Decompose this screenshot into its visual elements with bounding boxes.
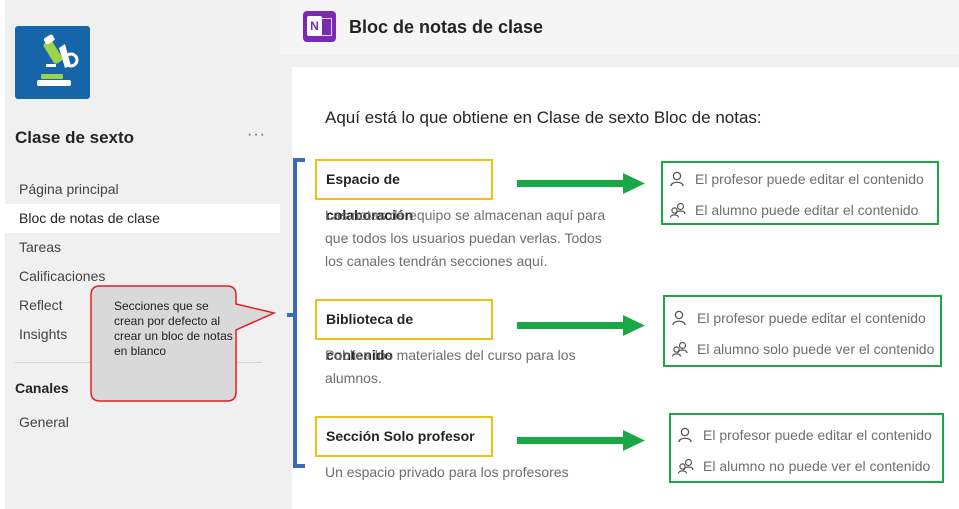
section-description-teacher-only: Un espacio privado para los profesores — [325, 464, 569, 480]
section-description-collaboration: Las notas de equipo se almacenan aquí pa… — [325, 207, 606, 269]
sidebar-divider — [15, 362, 262, 363]
section-label-collaboration: Espacio de colaboración — [315, 159, 493, 223]
team-avatar[interactable] — [15, 26, 90, 99]
nav-item-class-notebook[interactable]: Bloc de notas de clase — [5, 204, 280, 233]
content-left-strip — [280, 55, 292, 509]
permissions-teacher-only: El profesor puede editar el contenido El… — [669, 413, 944, 483]
nav-item-assignments[interactable]: Tareas — [5, 233, 280, 262]
nav-item-home[interactable]: Página principal — [5, 175, 280, 204]
sidebar: Clase de sexto ··· Página principal Bloc… — [5, 0, 280, 509]
person-icon — [670, 171, 684, 187]
content-top-strip — [280, 55, 959, 67]
channel-general[interactable]: General — [19, 414, 69, 430]
microscope-icon — [37, 34, 79, 86]
section-description-content-library: Publica los materiales del curso para lo… — [325, 347, 576, 386]
team-name: Clase de sexto — [15, 128, 135, 147]
people-icon — [671, 341, 688, 357]
person-icon — [678, 427, 692, 443]
people-icon — [677, 458, 694, 474]
arrow-content-library — [517, 315, 645, 336]
app-header: N Bloc de notas de clase — [280, 0, 959, 55]
section-label-teacher-only: Sección Solo profesor — [315, 416, 493, 457]
person-icon — [672, 310, 686, 326]
arrow-collaboration — [517, 173, 645, 194]
arrow-teacher-only — [517, 430, 645, 451]
more-options-icon[interactable]: ··· — [247, 126, 266, 144]
page-title: Bloc de notas de clase — [349, 17, 544, 37]
permissions-content-library: El profesor puede editar el contenido El… — [663, 295, 942, 367]
permissions-collaboration: El profesor puede editar el contenido El… — [661, 161, 939, 225]
onenote-icon: N — [303, 11, 336, 42]
nav-item-grades[interactable]: Calificaciones — [5, 262, 280, 291]
callout-text: Secciones que se crean por defecto al cr… — [114, 299, 233, 358]
section-label-content-library: Biblioteca de contenido — [315, 299, 493, 363]
channels-heading: Canales — [15, 380, 69, 396]
content-heading: Aquí está lo que obtiene en Clase de sex… — [325, 108, 762, 127]
people-icon — [669, 202, 686, 218]
